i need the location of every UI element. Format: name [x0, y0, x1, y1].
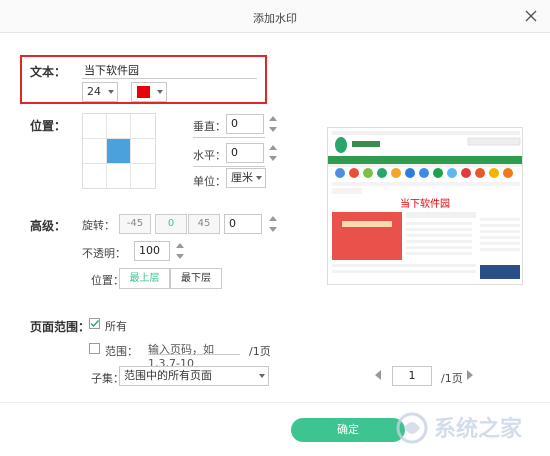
- watermark-preview: 当下软件园: [327, 127, 523, 285]
- horizontal-spinner[interactable]: [269, 145, 277, 161]
- layer-bottom-button[interactable]: 最下层: [170, 268, 222, 289]
- horizontal-input[interactable]: 0: [226, 143, 264, 163]
- grid-cell-top-center[interactable]: [107, 114, 131, 139]
- dialog-title: 添加水印: [253, 12, 297, 25]
- font-size-select[interactable]: 24: [82, 82, 118, 102]
- layer-top-button[interactable]: 最上层: [119, 268, 170, 289]
- dialog-titlebar: 添加水印: [0, 0, 550, 33]
- chevron-down-icon: [259, 374, 265, 378]
- rotate-option-45[interactable]: 45: [188, 214, 220, 234]
- range-checkbox[interactable]: [89, 343, 100, 354]
- page-total: /1页: [441, 372, 463, 385]
- page-range-label: 页面范围：: [30, 320, 91, 334]
- chevron-down-icon: [108, 90, 114, 94]
- vertical-label: 垂直：: [193, 120, 226, 133]
- subset-select[interactable]: 范围中的所有页面: [119, 366, 269, 386]
- rotate-option-minus45[interactable]: -45: [119, 214, 151, 234]
- grid-cell-center[interactable]: [107, 139, 131, 164]
- chevron-down-icon: [256, 176, 262, 180]
- grid-cell-top-right[interactable]: [131, 114, 155, 139]
- position-grid[interactable]: [82, 113, 156, 189]
- site-watermark-logo: 系统之家: [396, 412, 523, 444]
- page-number-input[interactable]: 1: [392, 366, 432, 386]
- watermark-text-input[interactable]: [82, 61, 257, 79]
- rotate-input[interactable]: 0: [224, 214, 262, 234]
- grid-cell-top-left[interactable]: [83, 114, 107, 139]
- range-label: 范围：: [105, 345, 138, 358]
- grid-cell-middle-right[interactable]: [131, 139, 155, 164]
- opacity-label: 不透明：: [82, 247, 126, 260]
- range-suffix: /1页: [249, 345, 271, 358]
- unit-value: 厘米: [231, 171, 253, 184]
- position-label: 位置：: [30, 119, 67, 133]
- grid-cell-bottom-left[interactable]: [83, 164, 107, 189]
- color-swatch: [137, 86, 150, 98]
- rotate-spinner[interactable]: [269, 216, 277, 232]
- chevron-down-icon: [157, 90, 163, 94]
- opacity-spinner[interactable]: [176, 243, 184, 259]
- text-label: 文本：: [30, 65, 67, 79]
- vertical-input[interactable]: 0: [226, 114, 264, 134]
- unit-label: 单位：: [193, 175, 226, 188]
- checkmark-icon: [90, 320, 100, 328]
- vertical-spinner[interactable]: [269, 116, 277, 132]
- rotate-label: 旋转：: [82, 219, 115, 232]
- all-pages-checkbox[interactable]: [89, 318, 100, 329]
- all-pages-label: 所有: [105, 320, 127, 333]
- divider: [193, 166, 265, 167]
- color-select[interactable]: [131, 82, 167, 102]
- range-input[interactable]: 输入页码，如1,3,7-10: [148, 341, 240, 370]
- rotate-option-0[interactable]: 0: [155, 214, 187, 234]
- opacity-input[interactable]: 100: [134, 241, 170, 261]
- grid-cell-bottom-center[interactable]: [107, 164, 131, 189]
- grid-cell-middle-left[interactable]: [83, 139, 107, 164]
- preview-image: 当下软件园: [328, 128, 522, 284]
- grid-cell-bottom-right[interactable]: [131, 164, 155, 189]
- subset-value: 范围中的所有页面: [124, 369, 212, 382]
- prev-page-icon[interactable]: [374, 370, 382, 380]
- preview-watermark-text: 当下软件园: [400, 197, 450, 210]
- horizontal-label: 水平：: [193, 149, 226, 162]
- divider: [193, 137, 265, 138]
- advanced-label: 高级：: [30, 219, 67, 233]
- unit-select[interactable]: 厘米: [226, 168, 266, 188]
- next-page-icon[interactable]: [466, 370, 474, 380]
- svg-text:系统之家: 系统之家: [434, 416, 523, 442]
- close-icon[interactable]: [522, 7, 540, 25]
- confirm-button[interactable]: 确定: [291, 418, 405, 442]
- font-size-value: 24: [87, 85, 101, 98]
